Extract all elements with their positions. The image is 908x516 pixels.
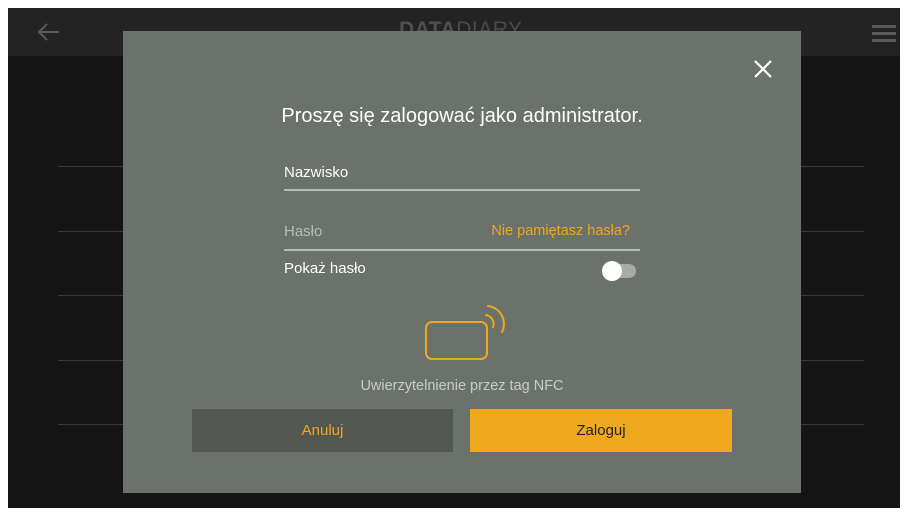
nfc-card-icon (425, 305, 505, 360)
login-dialog: Proszę się zalogować jako administrator.… (123, 31, 801, 493)
show-password-toggle[interactable] (602, 261, 636, 281)
password-underline (284, 249, 640, 251)
close-icon[interactable] (753, 59, 773, 79)
dialog-title: Proszę się zalogować jako administrator. (281, 105, 643, 127)
password-field: Nie pamiętasz hasła? (284, 214, 640, 251)
hamburger-menu-icon[interactable] (872, 24, 896, 42)
username-field (284, 155, 640, 191)
login-button[interactable]: Zaloguj (470, 409, 732, 452)
cancel-button[interactable]: Anuluj (192, 409, 453, 452)
username-input[interactable] (284, 155, 640, 189)
username-underline (284, 189, 640, 191)
nfc-auth-label: Uwierzytelnienie przez tag NFC (360, 378, 564, 394)
app-screen: DATADIARY Proszę się zalogować jako admi… (8, 8, 900, 508)
toggle-knob (602, 261, 622, 281)
arrow-left-icon[interactable] (36, 22, 60, 42)
forgot-password-link[interactable]: Nie pamiętasz hasła? (491, 223, 630, 239)
show-password-label: Pokaż hasło (284, 260, 366, 277)
